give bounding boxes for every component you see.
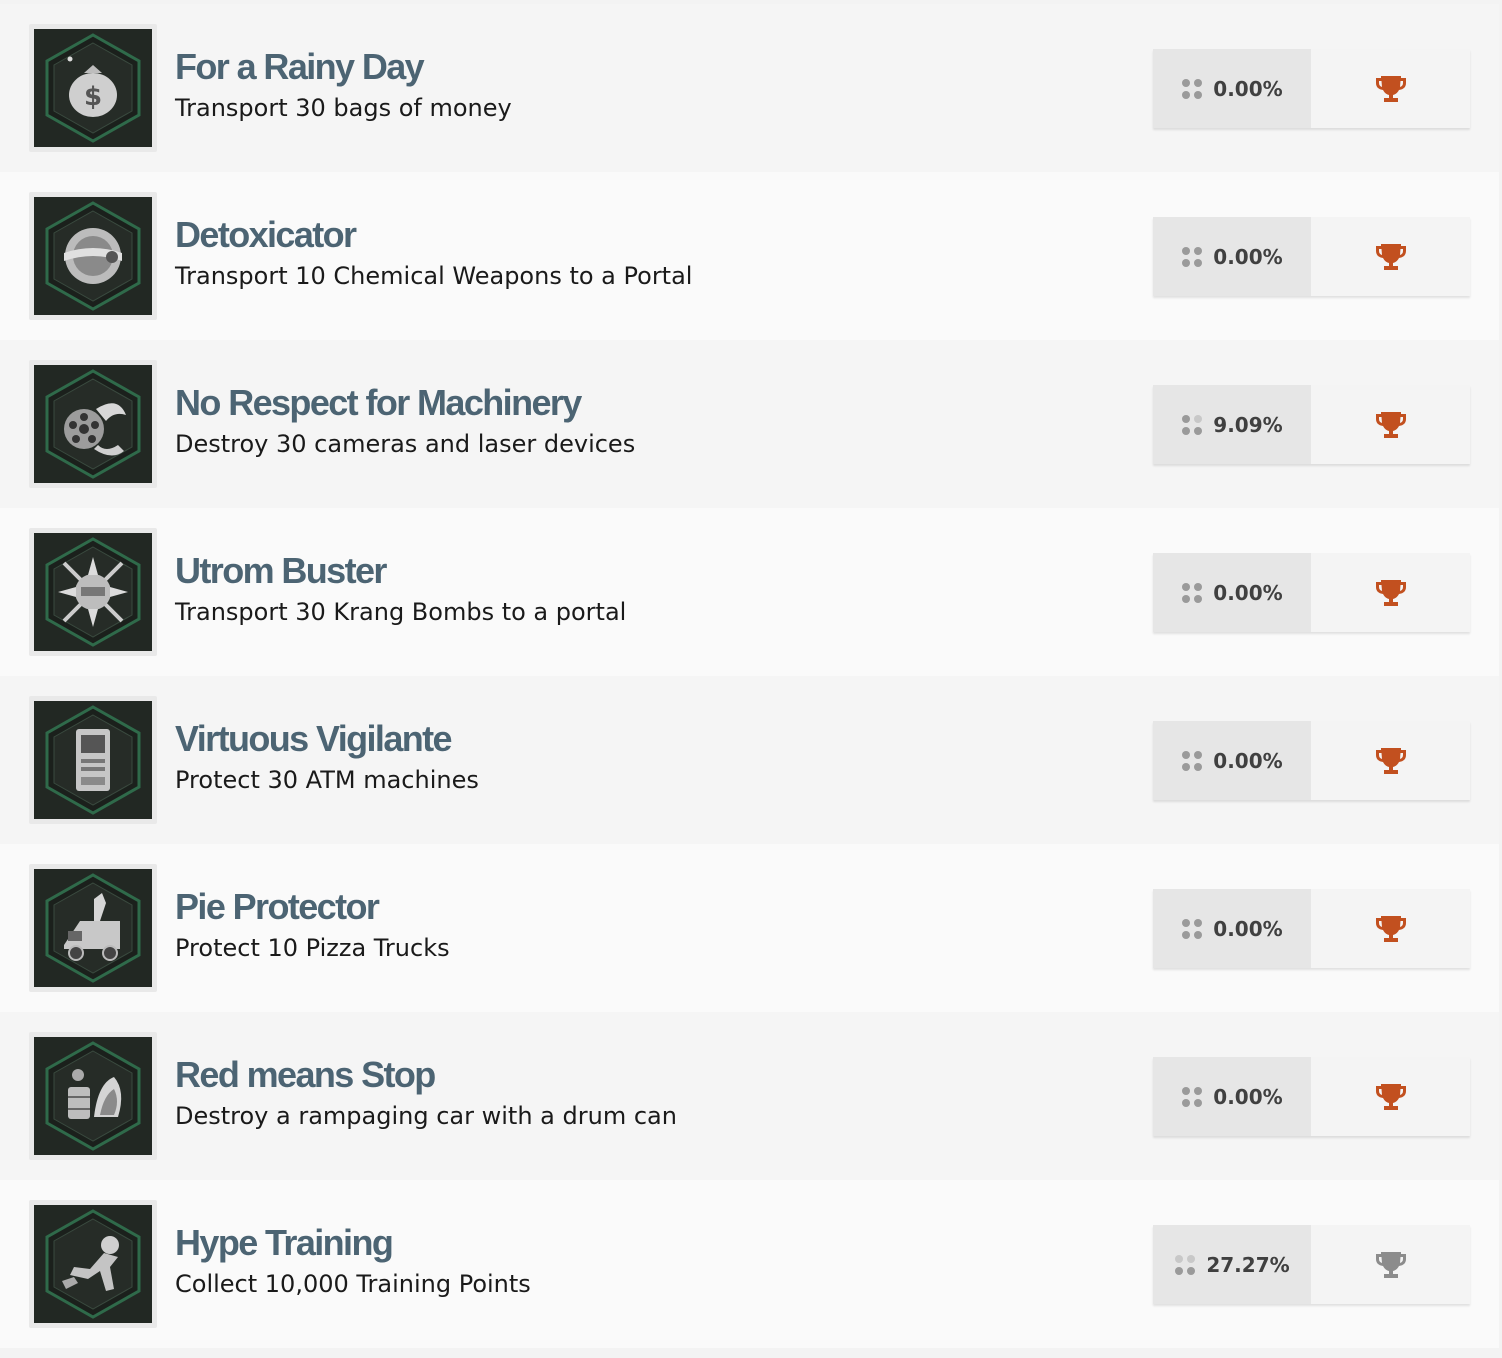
achievement-thumbnail[interactable]: $ xyxy=(29,24,157,152)
achievement-thumbnail[interactable] xyxy=(29,1200,157,1328)
trophy-cell xyxy=(1311,49,1470,128)
unlock-rate: 0.00% xyxy=(1153,217,1311,296)
achievement-description: Transport 30 bags of money xyxy=(175,94,512,122)
achievement-title[interactable]: No Respect for Machinery xyxy=(175,381,582,425)
unlock-rate: 9.09% xyxy=(1153,385,1311,464)
achievement-title[interactable]: Utrom Buster xyxy=(175,549,387,593)
achievement-description: Transport 10 Chemical Weapons to a Porta… xyxy=(175,262,693,290)
unlock-rate: 0.00% xyxy=(1153,1057,1311,1136)
dots-icon xyxy=(1182,918,1203,939)
achievement-description: Transport 30 Krang Bombs to a portal xyxy=(175,598,627,626)
unlock-percentage: 0.00% xyxy=(1213,76,1283,101)
achievement-row: Red means Stop Destroy a rampaging car w… xyxy=(0,1012,1499,1180)
achievement-stats: 0.00% xyxy=(1153,49,1470,128)
achievement-title[interactable]: Detoxicator xyxy=(175,213,357,257)
bronze-trophy-icon xyxy=(1375,75,1406,102)
bronze-trophy-icon xyxy=(1375,1083,1406,1110)
trophy-cell xyxy=(1311,1057,1470,1136)
chemical-weapon-icon xyxy=(34,197,152,315)
achievement-row: Pie Protector Protect 10 Pizza Trucks 0.… xyxy=(0,844,1499,1012)
turtle-training-icon xyxy=(34,1205,152,1323)
achievement-stats: 9.09% xyxy=(1153,385,1470,464)
achievement-thumbnail[interactable] xyxy=(29,864,157,992)
achievement-row: Virtuous Vigilante Protect 30 ATM machin… xyxy=(0,676,1499,844)
achievement-row: No Respect for Machinery Destroy 30 came… xyxy=(0,340,1499,508)
achievement-title[interactable]: Red means Stop xyxy=(175,1053,436,1097)
achievement-description: Destroy 30 cameras and laser devices xyxy=(175,430,636,458)
achievement-thumbnail[interactable] xyxy=(29,360,157,488)
svg-text:$: $ xyxy=(84,82,102,112)
achievement-row: Hype Training Collect 10,000 Training Po… xyxy=(0,1180,1499,1348)
unlock-percentage: 0.00% xyxy=(1213,1084,1283,1109)
bronze-trophy-icon xyxy=(1375,915,1406,942)
achievement-stats: 0.00% xyxy=(1153,217,1470,296)
trophy-cell xyxy=(1311,217,1470,296)
trophy-cell xyxy=(1311,889,1470,968)
gatling-laser-icon xyxy=(34,365,152,483)
achievement-stats: 27.27% xyxy=(1153,1225,1470,1304)
achievement-thumbnail[interactable] xyxy=(29,1032,157,1160)
achievement-title[interactable]: Pie Protector xyxy=(175,885,380,929)
bronze-trophy-icon xyxy=(1375,747,1406,774)
dots-icon xyxy=(1182,1086,1203,1107)
achievement-thumbnail[interactable] xyxy=(29,528,157,656)
achievement-thumbnail[interactable] xyxy=(29,696,157,824)
achievement-title[interactable]: Hype Training xyxy=(175,1221,394,1265)
dots-icon xyxy=(1182,414,1203,435)
achievement-title[interactable]: For a Rainy Day xyxy=(175,45,425,89)
dots-icon xyxy=(1182,582,1203,603)
unlock-rate: 0.00% xyxy=(1153,49,1311,128)
achievement-stats: 0.00% xyxy=(1153,889,1470,968)
pizza-truck-icon xyxy=(34,869,152,987)
dots-icon xyxy=(1182,246,1203,267)
achievement-stats: 0.00% xyxy=(1153,553,1470,632)
unlock-rate: 27.27% xyxy=(1153,1225,1311,1304)
trophy-cell xyxy=(1311,553,1470,632)
achievement-thumbnail[interactable] xyxy=(29,192,157,320)
achievement-row: Detoxicator Transport 10 Chemical Weapon… xyxy=(0,172,1499,340)
unlock-percentage: 0.00% xyxy=(1213,244,1283,269)
unlock-percentage: 0.00% xyxy=(1213,580,1283,605)
bronze-trophy-icon xyxy=(1375,243,1406,270)
achievement-description: Collect 10,000 Training Points xyxy=(175,1270,531,1298)
dots-icon xyxy=(1182,750,1203,771)
achievement-description: Protect 30 ATM machines xyxy=(175,766,479,794)
achievement-row: $ For a Rainy Day Transport 30 bags of m… xyxy=(0,4,1499,172)
unlock-percentage: 9.09% xyxy=(1213,412,1283,437)
silver-trophy-icon xyxy=(1375,1251,1406,1278)
unlock-percentage: 0.00% xyxy=(1213,916,1283,941)
achievement-description: Destroy a rampaging car with a drum can xyxy=(175,1102,677,1130)
dots-icon xyxy=(1175,1254,1196,1275)
bronze-trophy-icon xyxy=(1375,411,1406,438)
trophy-cell xyxy=(1311,1225,1470,1304)
unlock-percentage: 0.00% xyxy=(1213,748,1283,773)
trophy-cell xyxy=(1311,385,1470,464)
bronze-trophy-icon xyxy=(1375,579,1406,606)
money-bag-icon: $ xyxy=(34,29,152,147)
achievement-stats: 0.00% xyxy=(1153,1057,1470,1136)
atm-machine-icon xyxy=(34,701,152,819)
achievement-row: Utrom Buster Transport 30 Krang Bombs to… xyxy=(0,508,1499,676)
achievement-title[interactable]: Virtuous Vigilante xyxy=(175,717,453,761)
unlock-rate: 0.00% xyxy=(1153,721,1311,800)
unlock-rate: 0.00% xyxy=(1153,553,1311,632)
dots-icon xyxy=(1182,78,1203,99)
krang-bomb-icon xyxy=(34,533,152,651)
achievement-list: $ For a Rainy Day Transport 30 bags of m… xyxy=(0,4,1499,1348)
drum-can-car-icon xyxy=(34,1037,152,1155)
trophy-cell xyxy=(1311,721,1470,800)
achievement-stats: 0.00% xyxy=(1153,721,1470,800)
unlock-percentage: 27.27% xyxy=(1206,1252,1290,1277)
unlock-rate: 0.00% xyxy=(1153,889,1311,968)
achievement-description: Protect 10 Pizza Trucks xyxy=(175,934,450,962)
